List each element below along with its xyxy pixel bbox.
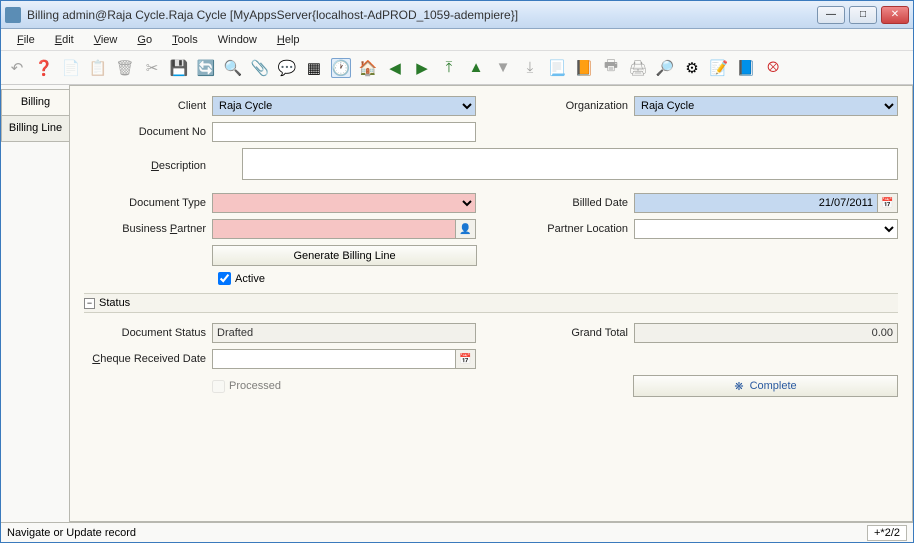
find-icon[interactable]: 🔍 — [223, 58, 243, 78]
label-active: Active — [235, 273, 265, 285]
app-icon — [5, 7, 21, 23]
menu-go[interactable]: Go — [129, 32, 160, 48]
undo-icon: ↶ — [7, 58, 27, 78]
status-collapse-toggle[interactable]: − — [84, 298, 95, 309]
refresh-icon[interactable]: 🔄 — [196, 58, 216, 78]
label-organization: Organization — [506, 100, 634, 112]
tab-billing[interactable]: Billing — [1, 89, 69, 116]
workflow-icon[interactable]: ⚙ — [682, 58, 702, 78]
save-icon[interactable]: 💾 — [169, 58, 189, 78]
tab-strip: Billing Billing Line — [1, 85, 69, 522]
titlebar: Billing admin@Raja Cycle.Raja Cycle [MyA… — [1, 1, 913, 29]
billed-date-picker-button[interactable]: 📅 — [878, 193, 898, 213]
label-partner-location: Partner Location — [506, 223, 634, 235]
status-position: +*2/2 — [867, 525, 907, 541]
partner-location-select[interactable] — [634, 219, 898, 239]
menu-edit[interactable]: Edit — [47, 32, 82, 48]
menu-view[interactable]: View — [86, 32, 126, 48]
document-no-input[interactable] — [212, 122, 476, 142]
menu-tools[interactable]: Tools — [164, 32, 206, 48]
archive-icon[interactable]: 📙 — [574, 58, 594, 78]
label-client: Client — [84, 100, 212, 112]
label-grand-total: Grand Total — [506, 327, 634, 339]
label-document-type: Document Type — [84, 197, 212, 209]
toolbar: ↶ ❓ 📄 📋 🗑 ✂ 💾 🔄 🔍 📎 💬 ▦ 🕐 🏠 ◀ ▶ ⤒ ▲ ▼ ⤓ … — [1, 51, 913, 85]
copy-icon: 📋 — [88, 58, 108, 78]
business-partner-lookup-button[interactable]: 👤 — [456, 219, 476, 239]
label-cheque-date: Cheque Received Date — [84, 353, 212, 365]
label-processed: Processed — [229, 380, 281, 392]
delete-selection-icon: ✂ — [142, 58, 162, 78]
grand-total-field: 0.00 — [634, 323, 898, 343]
delete-icon: 🗑 — [115, 58, 135, 78]
label-status-section: Status — [99, 297, 130, 309]
print-preview-icon: 🖶 — [601, 58, 621, 78]
status-section-header: − Status — [84, 293, 898, 313]
first-record-icon[interactable]: ⤒ — [439, 58, 459, 78]
home-icon[interactable]: 🏠 — [358, 58, 378, 78]
complete-button-label: Complete — [750, 380, 797, 392]
attachment-icon[interactable]: 📎 — [250, 58, 270, 78]
history-icon[interactable]: 🕐 — [331, 58, 351, 78]
menu-window[interactable]: Window — [210, 32, 265, 48]
help-icon[interactable]: ❓ — [34, 58, 54, 78]
menu-help[interactable]: Help — [269, 32, 308, 48]
description-input[interactable] — [242, 148, 898, 180]
cheque-date-input[interactable] — [212, 349, 456, 369]
billed-date-input[interactable] — [634, 193, 878, 213]
new-icon: 📄 — [61, 58, 81, 78]
organization-select[interactable]: Raja Cycle — [634, 96, 898, 116]
close-button[interactable]: ✕ — [881, 6, 909, 24]
form-panel: Client Raja Cycle Organization Raja Cycl… — [69, 85, 913, 522]
chat-icon[interactable]: 💬 — [277, 58, 297, 78]
document-type-select[interactable] — [212, 193, 476, 213]
label-billed-date: Billled Date — [506, 197, 634, 209]
status-message: Navigate or Update record — [7, 527, 867, 539]
active-checkbox[interactable] — [218, 272, 231, 285]
report-icon[interactable]: 📃 — [547, 58, 567, 78]
business-partner-input[interactable] — [212, 219, 456, 239]
complete-button[interactable]: ❋ Complete — [633, 375, 898, 397]
window-title: Billing admin@Raja Cycle.Raja Cycle [MyA… — [27, 8, 817, 22]
maximize-button[interactable]: □ — [849, 6, 877, 24]
previous-record-icon[interactable]: ▲ — [466, 58, 486, 78]
statusbar: Navigate or Update record +*2/2 — [1, 522, 913, 542]
last-record-icon: ⤓ — [520, 58, 540, 78]
generate-billing-line-button[interactable]: Generate Billing Line — [212, 245, 477, 266]
product-info-icon[interactable]: 📘 — [736, 58, 756, 78]
request-icon[interactable]: 📝 — [709, 58, 729, 78]
gear-icon: ❋ — [734, 380, 743, 393]
print-icon: 🖨 — [628, 58, 648, 78]
client-select[interactable]: Raja Cycle — [212, 96, 476, 116]
label-business-partner: Business Partner — [84, 223, 212, 235]
label-document-status: Document Status — [84, 327, 212, 339]
zoom-across-icon[interactable]: 🔎 — [655, 58, 675, 78]
document-status-field: Drafted — [212, 323, 476, 343]
detail-record-icon[interactable]: ▶ — [412, 58, 432, 78]
menubar: File Edit View Go Tools Window Help — [1, 29, 913, 51]
label-description: Description — [84, 160, 212, 172]
tab-billing-line[interactable]: Billing Line — [1, 115, 69, 142]
exit-icon[interactable]: ⮾ — [763, 58, 783, 78]
parent-record-icon[interactable]: ◀ — [385, 58, 405, 78]
menu-file[interactable]: File — [9, 32, 43, 48]
minimize-button[interactable]: — — [817, 6, 845, 24]
grid-toggle-icon[interactable]: ▦ — [304, 58, 324, 78]
cheque-date-picker-button[interactable]: 📅 — [456, 349, 476, 369]
label-document-no: Document No — [84, 126, 212, 138]
next-record-icon: ▼ — [493, 58, 513, 78]
processed-checkbox — [212, 380, 225, 393]
